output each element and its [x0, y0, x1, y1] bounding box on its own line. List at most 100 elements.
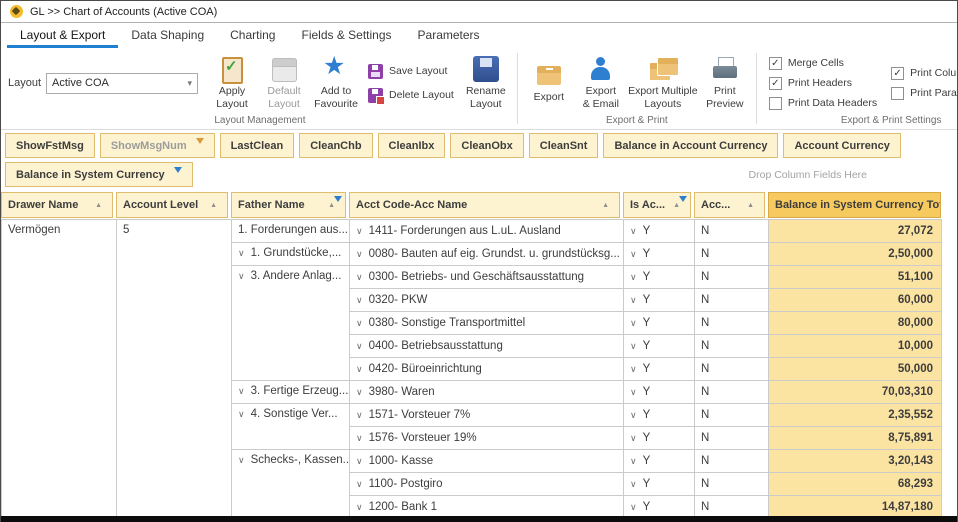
checkbox-box[interactable]: ✓ [891, 67, 904, 80]
tab-fields-settings[interactable]: Fields & Settings [288, 23, 404, 48]
expand-chevron-icon[interactable]: ∨ [238, 409, 245, 419]
expand-chevron-icon[interactable]: ∨ [630, 272, 637, 282]
delete-layout-button[interactable]: Delete Layout [368, 88, 454, 103]
field-chip-lastclean[interactable]: LastClean [220, 133, 295, 158]
acct-code-name-cell[interactable]: ∨1100- Postgiro [350, 473, 624, 496]
field-chip-showfstmsg[interactable]: ShowFstMsg [5, 133, 95, 158]
father-name-cell[interactable]: 1. Forderungen aus... [232, 220, 350, 243]
acct-code-name-cell[interactable]: ∨1571- Vorsteuer 7% [350, 404, 624, 427]
expand-chevron-icon[interactable]: ∨ [630, 295, 637, 305]
expand-chevron-icon[interactable]: ∨ [356, 502, 363, 512]
tab-parameters[interactable]: Parameters [405, 23, 493, 48]
expand-chevron-icon[interactable]: ∨ [630, 226, 637, 236]
tab-data-shaping[interactable]: Data Shaping [118, 23, 217, 48]
rename-layout-button[interactable]: RenameLayout [460, 55, 512, 110]
is-active-cell[interactable]: ∨Y [624, 289, 695, 312]
expand-chevron-icon[interactable]: ∨ [356, 410, 363, 420]
expand-chevron-icon[interactable]: ∨ [356, 364, 363, 374]
acct-code-name-cell[interactable]: ∨1000- Kasse [350, 450, 624, 473]
checkbox-merge-cells[interactable]: ✓ Merge Cells [769, 57, 877, 70]
column-header-acct-code-acc-name[interactable]: Acct Code-Acc Name ▲ [349, 192, 620, 218]
field-chip-cleansnt[interactable]: CleanSnt [529, 133, 599, 158]
checkbox-print-column-headers[interactable]: ✓ Print Column Headers [891, 67, 958, 80]
expand-chevron-icon[interactable]: ∨ [630, 341, 637, 351]
field-chip-balance-in-system-currency[interactable]: Balance in System Currency [5, 162, 193, 187]
column-header-acc[interactable]: Acc... ▲ [694, 192, 765, 218]
expand-chevron-icon[interactable]: ∨ [630, 433, 637, 443]
tab-charting[interactable]: Charting [217, 23, 288, 48]
acct-code-name-cell[interactable]: ∨1411- Forderungen aus L.uL. Ausland [350, 220, 624, 243]
is-active-cell[interactable]: ∨Y [624, 473, 695, 496]
is-active-cell[interactable]: ∨Y [624, 243, 695, 266]
column-header-is-ac[interactable]: Is Ac... ▲ [623, 192, 691, 218]
expand-chevron-icon[interactable]: ∨ [630, 456, 637, 466]
export-button[interactable]: Export [523, 61, 575, 104]
expand-chevron-icon[interactable]: ∨ [356, 479, 363, 489]
column-header-drawer-name[interactable]: Drawer Name ▲ [1, 192, 113, 218]
checkbox-box[interactable] [891, 87, 904, 100]
father-name-cell[interactable]: ∨1. Grundstücke,... [232, 243, 350, 266]
acct-code-name-cell[interactable]: ∨0400- Betriebsausstattung [350, 335, 624, 358]
expand-chevron-icon[interactable]: ∨ [238, 455, 245, 465]
checkbox-box[interactable] [769, 97, 782, 110]
acct-code-name-cell[interactable]: ∨0420- Büroeinrichtung [350, 358, 624, 381]
column-header-account-level[interactable]: Account Level ▲ [116, 192, 228, 218]
father-name-cell[interactable]: ∨4. Sonstige Ver... [232, 404, 350, 450]
save-layout-button[interactable]: Save Layout [368, 64, 454, 79]
checkbox-box[interactable]: ✓ [769, 77, 782, 90]
is-active-cell[interactable]: ∨Y [624, 312, 695, 335]
acct-code-name-cell[interactable]: ∨0080- Bauten auf eig. Grundst. u. grund… [350, 243, 624, 266]
favourite-star-button[interactable]: Add toFavourite [310, 55, 362, 110]
is-active-cell[interactable]: ∨Y [624, 266, 695, 289]
acct-code-name-cell[interactable]: ∨0380- Sonstige Transportmittel [350, 312, 624, 335]
field-chip-account-currency[interactable]: Account Currency [783, 133, 900, 158]
expand-chevron-icon[interactable]: ∨ [630, 364, 637, 374]
expand-chevron-icon[interactable]: ∨ [238, 386, 245, 396]
acct-code-name-cell[interactable]: ∨3980- Waren [350, 381, 624, 404]
filter-icon[interactable] [334, 196, 342, 202]
field-chip-cleanibx[interactable]: CleanIbx [378, 133, 446, 158]
expand-chevron-icon[interactable]: ∨ [630, 387, 637, 397]
expand-chevron-icon[interactable]: ∨ [356, 272, 363, 282]
filter-icon[interactable] [196, 138, 204, 144]
expand-chevron-icon[interactable]: ∨ [356, 387, 363, 397]
layout-select[interactable]: Active COA ▾ [46, 73, 198, 94]
export-email-button[interactable]: Export& Email [575, 55, 627, 110]
is-active-cell[interactable]: ∨Y [624, 335, 695, 358]
tab-layout-export[interactable]: Layout & Export [7, 23, 118, 48]
field-chip-cleanobx[interactable]: CleanObx [450, 133, 523, 158]
checkbox-print-data-headers[interactable]: Print Data Headers [769, 97, 877, 110]
print-preview-button[interactable]: PrintPreview [699, 55, 751, 110]
acct-code-name-cell[interactable]: ∨1200- Bank 1 [350, 496, 624, 517]
expand-chevron-icon[interactable]: ∨ [630, 410, 637, 420]
is-active-cell[interactable]: ∨Y [624, 220, 695, 243]
field-chip-cleanchb[interactable]: CleanChb [299, 133, 372, 158]
column-header-balance-in-system-currency-total[interactable]: Balance in System Currency Total ▲ [768, 192, 941, 218]
acct-code-name-cell[interactable]: ∨0300- Betriebs- und Geschäftsausstattun… [350, 266, 624, 289]
expand-chevron-icon[interactable]: ∨ [356, 318, 363, 328]
father-name-cell[interactable]: ∨Schecks-, Kassen... [232, 450, 350, 517]
is-active-cell[interactable]: ∨Y [624, 381, 695, 404]
is-active-cell[interactable]: ∨Y [624, 450, 695, 473]
apply-layout-button[interactable]: ApplyLayout [206, 55, 258, 110]
father-name-cell[interactable]: ∨3. Fertige Erzeug... [232, 381, 350, 404]
father-name-cell[interactable]: ∨3. Andere Anlag... [232, 266, 350, 381]
expand-chevron-icon[interactable]: ∨ [356, 249, 363, 259]
expand-chevron-icon[interactable]: ∨ [630, 502, 637, 512]
acct-code-name-cell[interactable]: ∨1576- Vorsteuer 19% [350, 427, 624, 450]
filter-icon[interactable] [174, 167, 182, 173]
column-header-father-name[interactable]: Father Name ▲ [231, 192, 346, 218]
checkbox-print-headers[interactable]: ✓ Print Headers [769, 77, 877, 90]
expand-chevron-icon[interactable]: ∨ [238, 271, 245, 281]
expand-chevron-icon[interactable]: ∨ [356, 226, 363, 236]
expand-chevron-icon[interactable]: ∨ [356, 456, 363, 466]
acct-code-name-cell[interactable]: ∨0320- PKW [350, 289, 624, 312]
chevron-down-icon[interactable]: ▾ [182, 78, 193, 89]
expand-chevron-icon[interactable]: ∨ [630, 318, 637, 328]
is-active-cell[interactable]: ∨Y [624, 496, 695, 517]
expand-chevron-icon[interactable]: ∨ [356, 295, 363, 305]
field-chip-balance-in-account-currency[interactable]: Balance in Account Currency [603, 133, 778, 158]
expand-chevron-icon[interactable]: ∨ [630, 479, 637, 489]
default-layout-button[interactable]: DefaultLayout [258, 55, 310, 110]
checkbox-print-parameters[interactable]: Print Parameters [891, 87, 958, 100]
